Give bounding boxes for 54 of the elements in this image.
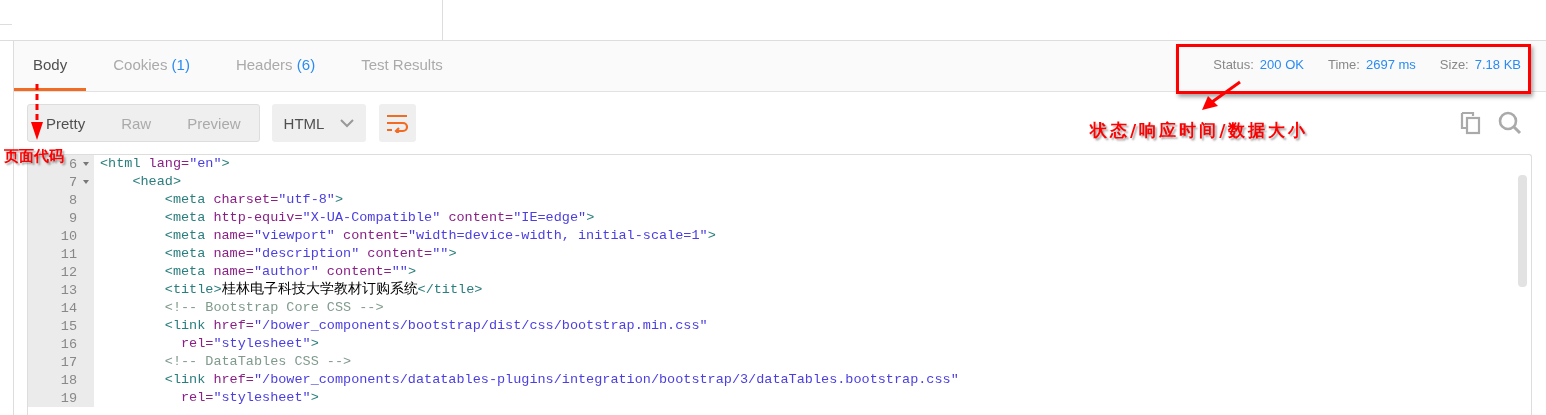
code-line: <meta charset="utf-8"> [163, 191, 344, 209]
response-tab[interactable]: Cookies (1) [94, 41, 209, 91]
status-value: 2697 ms [1365, 56, 1416, 72]
line-number: 8 [68, 192, 77, 208]
status-label: Size: [1439, 56, 1469, 72]
wrap-button[interactable] [378, 104, 416, 142]
code-line: rel="stylesheet"> [180, 389, 319, 407]
line-number: 15 [60, 318, 77, 334]
view-mode-tab[interactable]: Preview [169, 105, 259, 141]
line-number: 9 [68, 210, 77, 226]
code-line: <meta name="viewport" content="width=device-width, initial-scale=1"> [163, 227, 716, 245]
line-number: 19 [60, 390, 77, 406]
scrollbar[interactable] [1518, 175, 1527, 287]
line-number: 18 [60, 372, 77, 388]
code-line: rel="stylesheet"> [180, 335, 319, 353]
code-line: <meta name="author" content=""> [163, 263, 416, 281]
response-tab[interactable]: Headers (6) [216, 41, 335, 91]
view-mode-tab[interactable]: Raw [103, 105, 170, 141]
line-number: 16 [60, 336, 77, 352]
code-line: <html lang="en"> [99, 155, 230, 173]
code-line: <meta name="description" content=""> [163, 245, 457, 263]
line-number: 7 [68, 174, 77, 190]
line-number: 6 [68, 156, 77, 172]
status-value: 7.18 KB [1474, 56, 1521, 72]
annotation-arrow [30, 84, 44, 140]
status-label: Status: [1213, 56, 1254, 72]
code-line: <head> [131, 173, 181, 191]
status-label: Time: [1327, 56, 1360, 72]
line-number: 12 [60, 264, 77, 280]
code-line: <title>桂林电子科技大学教材订购系统</title> [163, 281, 483, 299]
code-line: <!-- DataTables CSS --> [163, 353, 352, 371]
copy-icon[interactable] [1460, 111, 1482, 135]
line-number: 10 [60, 228, 77, 244]
code-line: <link href="/bower_components/bootstrap/dist/css/bootstrap.min.css" [163, 317, 708, 335]
fold-icon[interactable] [82, 180, 89, 184]
line-number: 13 [60, 282, 77, 298]
wrap-lines-icon [386, 113, 409, 133]
response-tab[interactable]: Body [14, 41, 87, 91]
view-mode-tab[interactable]: Pretty [28, 105, 104, 141]
line-number: 11 [60, 246, 77, 262]
annotation-text: 状态/响应时间/数据大小 [1090, 119, 1309, 142]
search-icon[interactable] [1498, 111, 1522, 135]
code-line: <link href="/bower_components/datatables-plugins/integration/bootstrap/3/dataTables.bootstrap.css" [163, 371, 959, 389]
code-line: <meta http-equiv="X-UA-Compatible" content="IE=edge"> [163, 209, 595, 227]
annotation-text: 页面代码 [4, 147, 64, 166]
format-dropdown[interactable]: HTML [271, 104, 366, 142]
response-tab[interactable]: Test Results [342, 41, 462, 91]
line-number: 14 [60, 300, 77, 316]
status-value: 200 OK [1259, 56, 1304, 72]
annotation-arrow [1200, 80, 1242, 112]
line-number: 17 [60, 354, 77, 370]
code-line: <!-- Bootstrap Core CSS --> [163, 299, 384, 317]
chevron-down-icon [339, 118, 354, 128]
fold-icon[interactable] [82, 162, 89, 166]
